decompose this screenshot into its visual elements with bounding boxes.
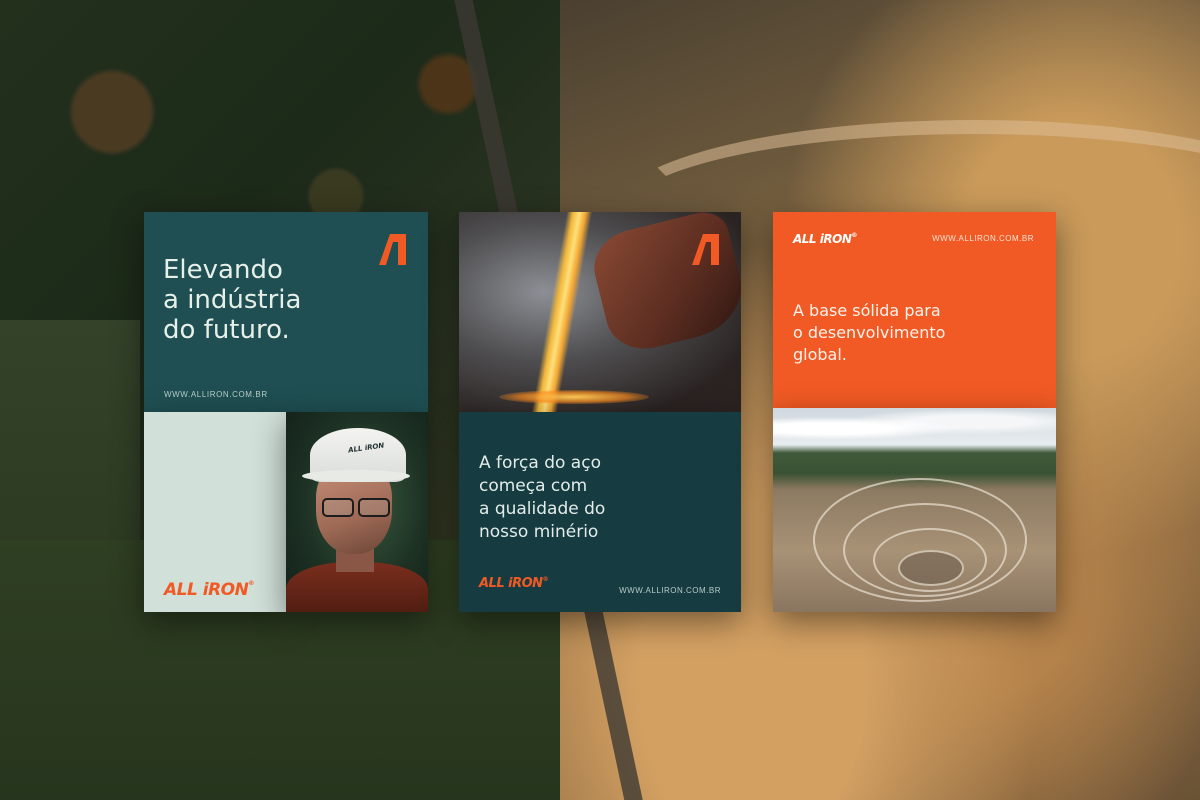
body-line: A base sólida para (793, 301, 941, 320)
registered-mark: ® (248, 580, 254, 587)
card1-worker-photo: ALL iRON (286, 412, 428, 612)
card2-body: A força do aço começa com a qualidade do… (479, 452, 605, 544)
card1-headline: Elevando a indústria do futuro. (163, 255, 301, 345)
molten-steel-glow (499, 390, 649, 404)
website-url[interactable]: WWW.ALLIRON.COM.BR (932, 234, 1034, 243)
sky-clouds (773, 408, 1056, 442)
brand-logo-text: ALL iRON (793, 232, 852, 246)
registered-mark: ® (851, 232, 857, 239)
website-url[interactable]: WWW.ALLIRON.COM.BR (164, 390, 268, 399)
body-line: o desenvolvimento (793, 323, 946, 342)
headline-line: do futuro. (163, 315, 290, 345)
registered-mark: ® (542, 576, 549, 583)
brand-logo: ALL iRON® (793, 232, 857, 246)
brand-logo-text: ALL iRON (164, 580, 249, 600)
card2-steel-photo (459, 212, 741, 412)
brand-logo: ALL iRON® (164, 580, 254, 600)
glasses-icon (320, 498, 392, 517)
card3-mine-photo (773, 408, 1056, 612)
card3-text-panel: ALL iRON® WWW.ALLIRON.COM.BR A base sóli… (773, 212, 1056, 408)
brand-logo-text: ALL iRON (479, 576, 543, 591)
body-line: começa com (479, 476, 588, 496)
brand-logo: ALL iRON® (479, 576, 549, 591)
body-line: global. (793, 345, 847, 364)
body-line: nosso minério (479, 522, 599, 542)
field-area (0, 320, 140, 550)
brand-mark-icon (692, 234, 719, 265)
card3-body: A base sólida para o desenvolvimento glo… (793, 300, 945, 366)
card2-text-panel: A força do aço começa com a qualidade do… (459, 412, 741, 612)
website-url[interactable]: WWW.ALLIRON.COM.BR (619, 586, 721, 595)
headline-line: a indústria (163, 285, 302, 315)
card1-logo-panel: ALL iRON® (144, 412, 286, 612)
body-line: A força do aço (479, 453, 601, 473)
pit-floor (898, 550, 964, 586)
brand-mark-icon (379, 234, 406, 265)
body-line: a qualidade do (479, 499, 606, 519)
hard-hat-brim (302, 470, 410, 482)
card1-headline-panel: Elevando a indústria do futuro. WWW.ALLI… (144, 212, 428, 412)
headline-line: Elevando (163, 255, 283, 285)
